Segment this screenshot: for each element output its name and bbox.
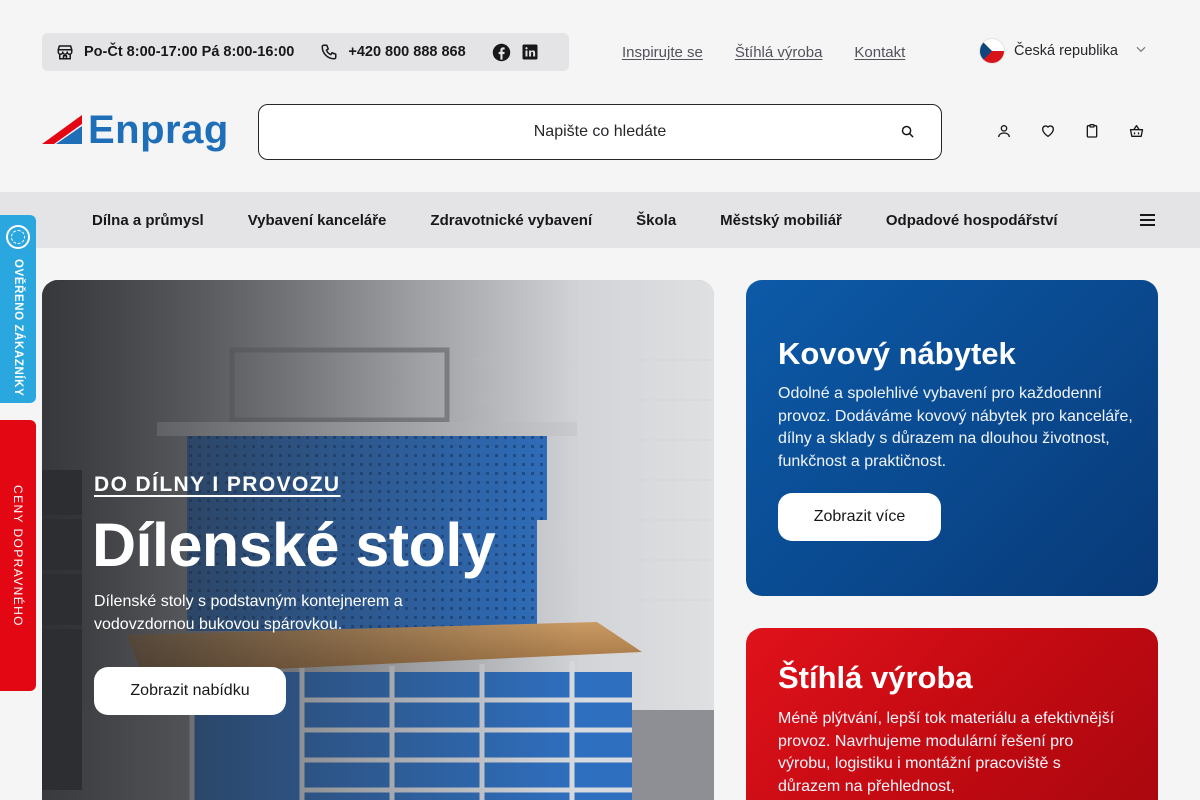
metal-furniture-card[interactable]: Kovový nábytek Odolné a spolehlivé vybav…: [746, 280, 1158, 596]
search-icon[interactable]: [900, 124, 915, 144]
header-actions: [996, 123, 1145, 144]
logo-mark-icon: [42, 111, 84, 152]
lean-production-card[interactable]: Štíhlá výroba Méně plýtvání, lepší tok m…: [746, 628, 1158, 800]
nav-item-workshop[interactable]: Dílna a průmysl: [92, 212, 204, 229]
shipping-prices-text: CENY DOPRAVNÉHO: [11, 484, 25, 627]
hero-kicker[interactable]: DO DÍLNY I PROVOZU: [94, 473, 341, 497]
verified-by-customers-badge[interactable]: OVĚŘENO ZÁKAZNÍKY: [0, 215, 36, 403]
phone-number: +420 800 888 868: [348, 44, 466, 60]
czech-flag-icon: [980, 39, 1004, 63]
show-offer-button[interactable]: Zobrazit nabídku: [94, 667, 286, 715]
card-description: Odolné a spolehlivé vybavení pro každode…: [778, 385, 1133, 470]
nav-item-office[interactable]: Vybavení kanceláře: [248, 212, 387, 229]
phone-icon: [320, 43, 338, 61]
link-lean-production[interactable]: Štíhlá výroba: [735, 44, 823, 61]
link-contact[interactable]: Kontakt: [854, 44, 905, 61]
phone-link[interactable]: +420 800 888 868: [320, 43, 466, 61]
show-more-button[interactable]: Zobrazit více: [778, 493, 941, 541]
linkedin-icon[interactable]: [521, 43, 539, 61]
logo[interactable]: Enprag: [42, 108, 229, 152]
heart-icon[interactable]: [1040, 123, 1056, 144]
hero-title: Dílenské stoly: [92, 511, 496, 579]
logo-text: Enprag: [88, 108, 229, 152]
verified-badge-text: OVĚŘENO ZÁKAZNÍKY: [12, 259, 24, 397]
hero-description: Dílenské stoly s podstavným kontejnerem …: [94, 593, 403, 633]
card-description: Méně plýtvání, lepší tok materiálu a efe…: [778, 710, 1115, 795]
basket-icon[interactable]: [1128, 123, 1145, 144]
nav-item-urban[interactable]: Městský mobiliář: [720, 212, 842, 229]
clipboard-icon[interactable]: [1084, 123, 1100, 144]
facebook-icon[interactable]: [492, 43, 511, 62]
opening-hours-text: Po-Čt 8:00-17:00 Pá 8:00-16:00: [84, 44, 295, 60]
search-box[interactable]: Napište co hledáte: [258, 104, 942, 160]
nav-item-school[interactable]: Škola: [636, 212, 676, 229]
contact-info-bar: Po-Čt 8:00-17:00 Pá 8:00-16:00 +420 800 …: [42, 33, 569, 71]
top-links: Inspirujte se Štíhlá výroba Kontakt: [622, 44, 905, 61]
opening-hours: Po-Čt 8:00-17:00 Pá 8:00-16:00: [56, 43, 294, 61]
card-title: Kovový nábytek: [778, 336, 1016, 371]
social-links: [492, 43, 539, 62]
seal-icon: [6, 225, 30, 249]
menu-icon[interactable]: [1140, 213, 1155, 232]
link-inspiration[interactable]: Inspirujte se: [622, 44, 703, 61]
hero-banner: DO DÍLNY I PROVOZU Dílenské stoly Dílens…: [42, 280, 714, 800]
user-icon[interactable]: [996, 123, 1012, 144]
shipping-prices-tab[interactable]: CENY DOPRAVNÉHO: [0, 420, 36, 691]
nav-item-waste[interactable]: Odpadové hospodářství: [886, 212, 1058, 229]
search-input[interactable]: Napište co hledáte: [534, 123, 667, 141]
country-label: Česká republika: [1014, 43, 1118, 59]
store-icon: [56, 43, 74, 61]
main-nav: Dílna a průmysl Vybavení kanceláře Zdrav…: [0, 192, 1200, 248]
chevron-down-icon: [1134, 42, 1148, 60]
nav-item-medical[interactable]: Zdravotnické vybavení: [430, 212, 592, 229]
card-title: Štíhlá výroba: [778, 660, 973, 695]
country-selector[interactable]: Česká republika: [980, 39, 1148, 63]
